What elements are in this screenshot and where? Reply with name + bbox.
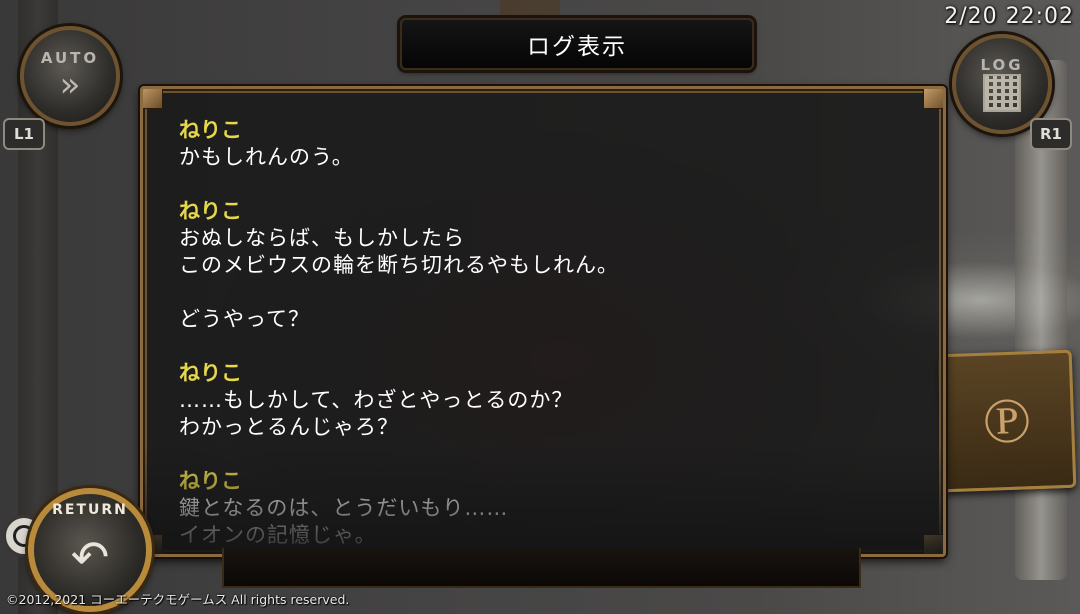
dialogue-line: かもしれんのう。 xyxy=(179,145,354,169)
page-title: ログ表示 xyxy=(527,34,627,60)
log-entry: ねりこ ……もしかして、わざとやっとるのか？ わかっとるんじゃろ？ xyxy=(179,360,923,441)
speaker-name: ねりこ xyxy=(179,199,242,223)
speaker-name: ねりこ xyxy=(179,361,242,385)
return-arrow-icon: ↶ xyxy=(70,530,110,584)
log-document-icon xyxy=(983,74,1021,112)
dialogue-line: ……もしかして、わざとやっとるのか？ xyxy=(179,388,574,412)
system-clock: 2/20 22:02 xyxy=(944,4,1074,29)
log-fade-overlay xyxy=(143,444,943,554)
log-entry: ねりこおぬしならば、もしかしたらこのメビウスの輪を断ち切れるやもしれん。 xyxy=(179,198,923,279)
tarot-card-decoration: ℗ xyxy=(937,349,1077,493)
auto-button[interactable]: AUTO » xyxy=(20,26,120,126)
log-entry: どうやって？ xyxy=(179,306,923,333)
frame-corner xyxy=(923,89,943,109)
dialogue-line: どうやって？ xyxy=(179,307,310,331)
fast-forward-icon: » xyxy=(59,65,81,105)
l1-button-hint[interactable]: L1 xyxy=(3,118,45,150)
card-emblem-icon: ℗ xyxy=(981,383,1033,459)
dialogue-line: おぬしならば、もしかしたら xyxy=(179,226,465,250)
log-label: LOG xyxy=(980,56,1024,74)
r1-button-hint[interactable]: R1 xyxy=(1030,118,1072,150)
dialogue-line: わかっとるんじゃろ？ xyxy=(179,415,399,439)
copyright-notice: ©2012,2021 コーエーテクモゲームス All rights reserv… xyxy=(6,592,350,607)
frame-corner xyxy=(143,89,163,109)
return-label: RETURN xyxy=(52,502,128,518)
message-window-edge xyxy=(222,548,861,588)
log-title-plate: ログ表示 xyxy=(400,18,754,70)
dialogue-line: このメビウスの輪を断ち切れるやもしれん。 xyxy=(179,253,619,277)
log-panel[interactable]: ねりこ かもしれんのう。 ねりこ おぬしならば、もしかしたら このメビウスの輪を断ち切れ… xyxy=(140,86,946,557)
log-entry: ねりこかもしれんのう。 xyxy=(179,117,923,171)
speaker-name: ねりこ xyxy=(179,118,242,142)
